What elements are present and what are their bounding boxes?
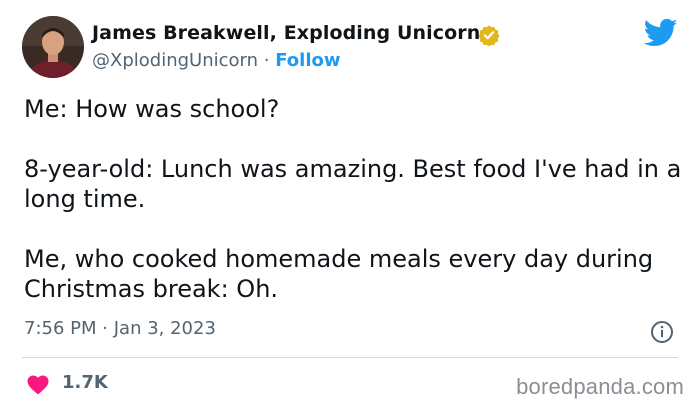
date-separator: · — [102, 318, 108, 339]
tweet-date: Jan 3, 2023 — [113, 318, 216, 339]
tweet-text: Me: How was school? 8-year-old: Lunch wa… — [24, 94, 684, 334]
handle-separator: · — [263, 50, 270, 71]
watermark: boredpanda.com — [516, 374, 684, 399]
twitter-bird-icon[interactable] — [644, 18, 678, 48]
tweet-time: 7:56 PM — [24, 318, 97, 339]
tweet-paragraph: Me, who cooked homemade meals every day … — [24, 245, 654, 303]
like-count[interactable]: 1.7K — [62, 372, 108, 393]
tweet-paragraph: Me: How was school? — [24, 95, 280, 123]
tweet-paragraph: 8-year-old: Lunch was amazing. Best food… — [24, 155, 682, 213]
handle-row: @XplodingUnicorn · Follow — [92, 50, 341, 71]
author-name[interactable]: James Breakwell, Exploding Unicorn — [92, 22, 480, 44]
avatar[interactable] — [22, 16, 84, 78]
tweet-timestamp[interactable]: 7:56 PM · Jan 3, 2023 — [24, 318, 216, 339]
divider — [22, 357, 678, 358]
heart-icon[interactable] — [26, 373, 50, 395]
info-icon[interactable] — [650, 320, 674, 344]
author-handle[interactable]: @XplodingUnicorn — [92, 50, 258, 71]
follow-link[interactable]: Follow — [275, 50, 340, 71]
gold-verified-icon — [478, 25, 500, 46]
